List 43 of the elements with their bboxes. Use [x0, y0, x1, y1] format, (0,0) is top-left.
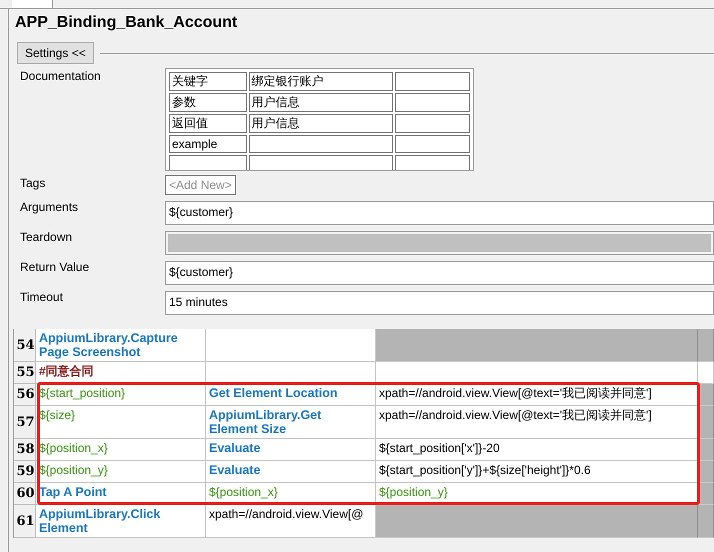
unused-cell[interactable]: [698, 505, 714, 538]
input-field[interactable]: ${customer}: [165, 201, 714, 225]
unused-cell[interactable]: [698, 329, 714, 362]
field-label: Documentation: [19, 68, 102, 83]
row-number: 61: [14, 505, 36, 538]
unused-cell[interactable]: [376, 329, 698, 362]
row-number: 57: [14, 406, 36, 439]
table-cell[interactable]: Evaluate: [206, 461, 376, 483]
field-label: Arguments: [19, 199, 80, 214]
table-cell[interactable]: ${start_position}: [36, 384, 206, 406]
field-label: Timeout: [19, 289, 64, 304]
row-number: 54: [14, 329, 36, 362]
documentation-field[interactable]: 关键字 绑定银行账户 参数 用户信息 返回值 用户信息 example: [165, 68, 474, 171]
table-cell[interactable]: ${start_position['y']}+${size['height']}*0.6: [376, 461, 698, 483]
table-cell[interactable]: ${position_y}: [36, 461, 206, 483]
row-number: 60: [14, 483, 36, 505]
unused-cell[interactable]: [376, 505, 698, 538]
tab[interactable]: [12, 0, 53, 8]
table-cell[interactable]: ${size}: [36, 406, 206, 439]
table-cell[interactable]: AppiumLibrary.Click Element: [36, 505, 206, 538]
row-number: 55: [14, 362, 36, 384]
add-new-button[interactable]: <Add New>: [165, 175, 236, 195]
table-cell[interactable]: AppiumLibrary.Capture Page Screenshot: [36, 329, 206, 362]
table-cell[interactable]: Get Element Location: [206, 384, 376, 406]
table-cell[interactable]: AppiumLibrary.Get Element Size: [206, 406, 376, 439]
table-cell[interactable]: ${position_x}: [206, 483, 376, 505]
input-field[interactable]: ${customer}: [165, 261, 714, 285]
table-cell[interactable]: ${position_x}: [36, 439, 206, 461]
table-cell[interactable]: xpath=//android.view.View[@text='我已阅读并同意']: [376, 384, 698, 406]
table-cell[interactable]: xpath=//android.view.View[@text='我已阅读并同意']: [376, 406, 698, 439]
row-number: 59: [14, 461, 36, 483]
settings-button[interactable]: Settings <<: [17, 42, 94, 64]
field-label: Teardown: [19, 229, 74, 244]
table-cell[interactable]: Tap A Point: [36, 483, 206, 505]
table-cell[interactable]: ${start_position['x']}-20: [376, 439, 698, 461]
row-number: 56: [14, 384, 36, 406]
table-cell[interactable]: Evaluate: [206, 439, 376, 461]
field-label: Tags: [19, 175, 46, 190]
row-number: 58: [14, 439, 36, 461]
input-field[interactable]: 15 minutes: [165, 291, 714, 315]
field-label: Return Value: [19, 259, 90, 274]
table-cell[interactable]: #同意合同: [36, 362, 206, 384]
keyword-title: APP_Binding_Bank_Account: [15, 13, 238, 33]
